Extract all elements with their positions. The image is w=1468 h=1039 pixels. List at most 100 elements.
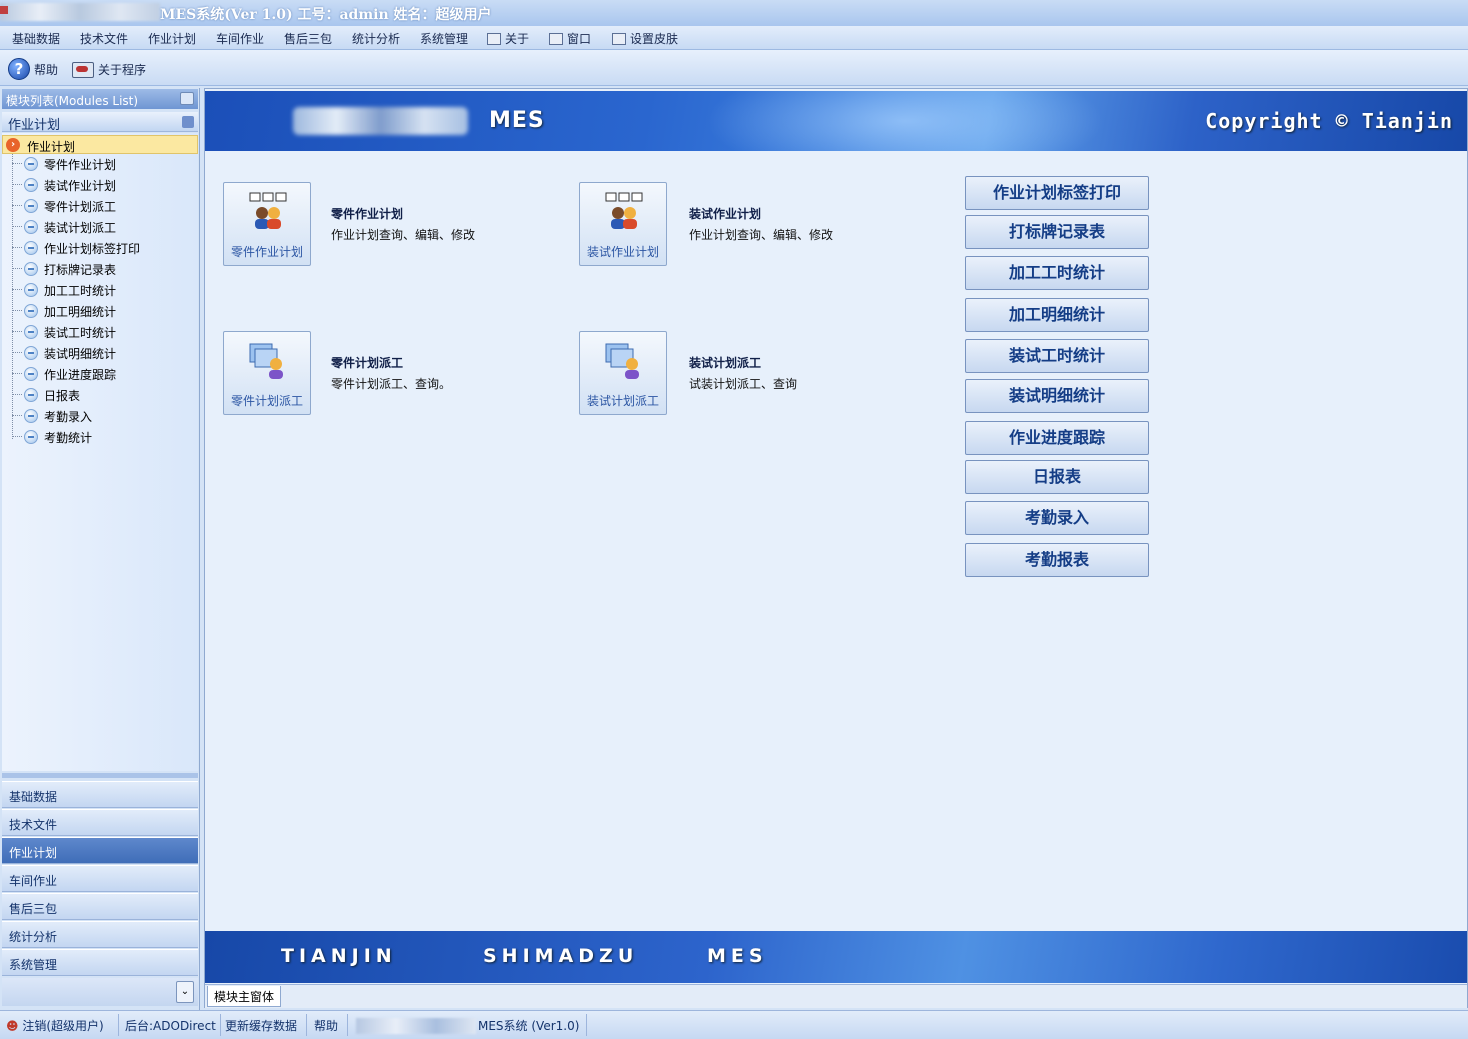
node-icon [24, 262, 38, 276]
menu-basic-data[interactable]: 基础数据 [12, 30, 60, 47]
module-assembly-plan[interactable]: 装试作业计划 [579, 182, 667, 266]
nav-basic-data[interactable]: 基础数据 [2, 781, 198, 808]
tree-item-label: 考勤录入 [44, 410, 93, 424]
about-program-icon [70, 58, 94, 80]
nav-workshop[interactable]: 车间作业 [2, 865, 198, 892]
tree-item[interactable]: 零件计划派工 [12, 196, 192, 215]
toolbar: ? 帮助 关于程序 [0, 50, 1468, 86]
tree-item-label: 零件作业计划 [44, 158, 117, 172]
tree-item[interactable]: 装试明细统计 [12, 343, 192, 362]
about-program-button[interactable]: 关于程序 [70, 58, 146, 80]
status-help-button[interactable]: 帮助 [314, 1017, 338, 1034]
btn-tag-record[interactable]: 打标牌记录表 [965, 215, 1149, 249]
module-part-plan[interactable]: 零件作业计划 [223, 182, 311, 266]
menu-system[interactable]: 系统管理 [420, 30, 468, 47]
tree-item[interactable]: 考勤统计 [12, 427, 192, 446]
node-icon [24, 367, 38, 381]
menu-skin[interactable]: 设置皮肤 [612, 30, 678, 47]
tree-item[interactable]: 打标牌记录表 [12, 259, 192, 278]
tree-item[interactable]: 加工工时统计 [12, 280, 192, 299]
node-icon [24, 199, 38, 213]
tree-item-label: 装试作业计划 [44, 179, 117, 193]
btn-progress-tracking[interactable]: 作业进度跟踪 [965, 421, 1149, 455]
module-assembly-dispatch[interactable]: 装试计划派工 [579, 331, 667, 415]
module-tree: › 作业计划 零件作业计划 装试作业计划 零件计划派工 装试计划派工 作业计划标… [2, 133, 198, 771]
tree-item-label: 打标牌记录表 [44, 263, 117, 277]
module-caption: 零件作业计划 [230, 245, 303, 259]
tab-main-window[interactable]: 模块主窗体 [207, 986, 282, 1007]
nav-system[interactable]: 系统管理 [2, 949, 198, 976]
node-icon [24, 283, 38, 297]
module-title: 零件计划派工 [331, 356, 404, 370]
help-button[interactable]: ? 帮助 [8, 58, 58, 80]
module-list-title: 模块列表(Modules List) [6, 94, 139, 108]
chevron-down-icon[interactable]: ⌄ [176, 981, 194, 1003]
module-panel: 模块列表(Modules List) 作业计划 › 作业计划 零件作业计划 装试… [0, 88, 200, 1010]
nav-after-sales[interactable]: 售后三包 [2, 893, 198, 920]
splitter[interactable] [2, 773, 198, 778]
logout-button[interactable]: ☻ 注销(超级用户) [6, 1017, 104, 1034]
module-desc: 作业计划查询、编辑、修改 [689, 228, 834, 242]
tree-item[interactable]: 作业进度跟踪 [12, 364, 192, 383]
nav-work-plan[interactable]: 作业计划 [2, 837, 198, 864]
btn-assembly-detail[interactable]: 装试明细统计 [965, 379, 1149, 413]
tree-item[interactable]: 日报表 [12, 385, 192, 404]
btn-machining-hours[interactable]: 加工工时统计 [965, 256, 1149, 290]
tree-item-label: 加工工时统计 [44, 284, 117, 298]
menu-about-label: 关于 [505, 32, 530, 46]
node-icon [24, 346, 38, 360]
node-icon [24, 241, 38, 255]
btn-assembly-hours[interactable]: 装试工时统计 [965, 339, 1149, 373]
node-icon [24, 325, 38, 339]
backend-status: 后台:ADODirect [125, 1019, 216, 1033]
tree-item[interactable]: 零件作业计划 [12, 154, 192, 173]
pin-icon[interactable] [180, 92, 194, 105]
module-caption: 零件计划派工 [230, 394, 303, 408]
blurred-company [356, 1018, 476, 1034]
menu-window-label: 窗口 [567, 32, 592, 46]
menu-after-sales[interactable]: 售后三包 [284, 30, 332, 47]
node-icon [24, 178, 38, 192]
tree-root[interactable]: › 作业计划 [2, 135, 198, 154]
system-version: MES系统 (Ver1.0) [478, 1019, 580, 1033]
menu-window[interactable]: 窗口 [549, 30, 591, 47]
btn-attendance-entry[interactable]: 考勤录入 [965, 501, 1149, 535]
refresh-cache-button[interactable]: 更新缓存数据 [225, 1017, 297, 1034]
expand-arrow-icon: › [6, 138, 20, 152]
menu-workshop[interactable]: 车间作业 [216, 30, 264, 47]
nav-statistics[interactable]: 统计分析 [2, 921, 198, 948]
app-icon [0, 6, 8, 14]
menu-tech-docs[interactable]: 技术文件 [80, 30, 128, 47]
module-desc: 作业计划查询、编辑、修改 [331, 228, 476, 242]
btn-machining-detail[interactable]: 加工明细统计 [965, 298, 1149, 332]
btn-attendance-report[interactable]: 考勤报表 [965, 543, 1149, 577]
title-bar: MES系统(Ver 1.0) 工号：admin 姓名：超级用户 [0, 0, 1468, 26]
module-caption: 装试作业计划 [586, 245, 659, 259]
tree-item[interactable]: 装试计划派工 [12, 217, 192, 236]
tree-item[interactable]: 装试工时统计 [12, 322, 192, 341]
tree-item-label: 日报表 [44, 389, 81, 403]
nav-tech-docs[interactable]: 技术文件 [2, 809, 198, 836]
tree-item[interactable]: 考勤录入 [12, 406, 192, 425]
menu-about[interactable]: 关于 [487, 30, 529, 47]
module-part-dispatch[interactable]: 零件计划派工 [223, 331, 311, 415]
window-tabs: 模块主窗体 [205, 984, 1467, 1008]
tree-item[interactable]: 作业计划标签打印 [12, 238, 192, 257]
btn-daily-report[interactable]: 日报表 [965, 460, 1149, 494]
btn-plan-label-print[interactable]: 作业计划标签打印 [965, 176, 1149, 210]
nav-footer: ⌄ [2, 978, 198, 1006]
node-icon [24, 157, 38, 171]
menu-statistics[interactable]: 统计分析 [352, 30, 400, 47]
module-caption: 装试计划派工 [586, 394, 659, 408]
tree-item[interactable]: 装试作业计划 [12, 175, 192, 194]
tree-item-label: 加工明细统计 [44, 305, 117, 319]
tree-item[interactable]: 加工明细统计 [12, 301, 192, 320]
module-title: 装试作业计划 [689, 207, 762, 221]
module-list-header: 模块列表(Modules List) [2, 89, 198, 109]
menu-work-plan[interactable]: 作业计划 [148, 30, 196, 47]
tree-root-label: 作业计划 [27, 140, 76, 154]
menu-bar: 基础数据 技术文件 作业计划 车间作业 售后三包 统计分析 系统管理 关于 窗口… [0, 26, 1468, 50]
tree-item-label: 装试工时统计 [44, 326, 117, 340]
collapse-icon[interactable] [182, 116, 194, 128]
folder-user-icon [605, 343, 639, 379]
